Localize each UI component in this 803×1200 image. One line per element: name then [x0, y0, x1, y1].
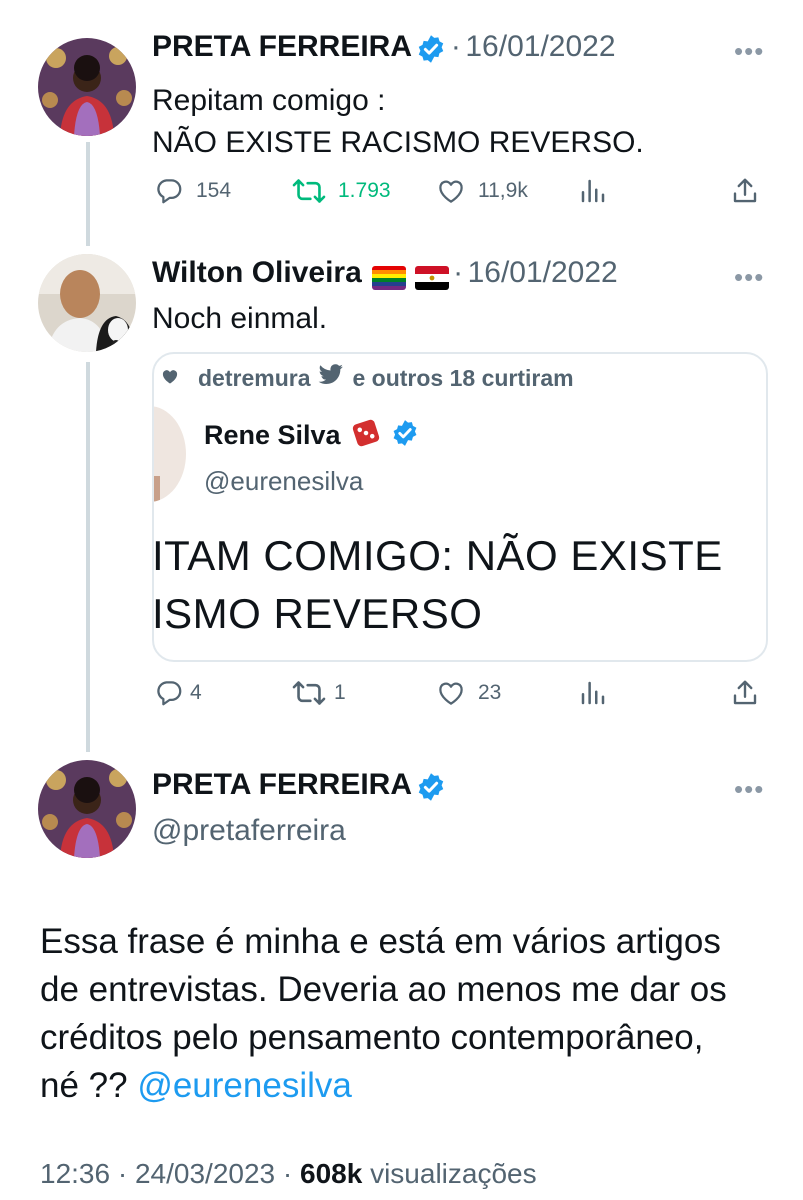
- thread-connector: [86, 362, 90, 752]
- views-icon: [578, 678, 608, 708]
- reply-count: 154: [196, 179, 232, 202]
- quoted-handle[interactable]: @eurenesilva: [204, 466, 363, 497]
- quoted-text-line: ISMO REVERSO: [152, 590, 483, 637]
- tweet-text-line: créditos pelo pensamento contemporâneo,: [40, 1018, 704, 1057]
- share-icon: [730, 678, 760, 708]
- views-button[interactable]: [578, 176, 608, 206]
- separator: ·: [450, 30, 461, 63]
- tweet-text-line: NÃO EXISTE RACISMO REVERSO.: [152, 126, 644, 159]
- more-icon[interactable]: •••: [734, 774, 764, 805]
- reply-count: 4: [190, 681, 202, 704]
- thread-connector: [86, 142, 90, 246]
- separator: ·: [117, 1158, 128, 1189]
- verified-icon: [416, 772, 446, 807]
- like-button[interactable]: 11,9k: [436, 176, 528, 206]
- verified-icon: [416, 34, 446, 69]
- retweet-button[interactable]: 1: [292, 678, 346, 708]
- like-count: 23: [478, 681, 502, 704]
- heart-small-icon: [160, 365, 180, 392]
- separator: ·: [453, 256, 464, 289]
- tweet-time[interactable]: 12:36: [40, 1158, 110, 1189]
- views-label: visualizações: [370, 1158, 537, 1189]
- views-count: 608k: [300, 1158, 363, 1189]
- tweet-date[interactable]: 16/01/2022: [465, 30, 615, 63]
- reply-button[interactable]: 4: [154, 678, 202, 708]
- retweet-count: 1: [334, 681, 346, 704]
- retweet-button[interactable]: 1.793: [292, 176, 391, 206]
- reply-icon: [154, 678, 184, 708]
- reply-button[interactable]: 154: [154, 176, 231, 206]
- more-icon[interactable]: •••: [734, 262, 764, 293]
- retweet-icon: [292, 678, 326, 708]
- tweet-text: Noch einmal.: [152, 302, 328, 335]
- mention-link[interactable]: @eurenesilva: [137, 1066, 352, 1105]
- avatar[interactable]: [38, 760, 136, 858]
- quoted-screenshot-card[interactable]: detremura e outros 18 curtiram Rene Silv…: [152, 352, 768, 662]
- quoted-text-line: ITAM COMIGO: NÃO EXISTE: [152, 532, 723, 579]
- tweet-text-line: de entrevistas. Deveria ao menos me dar …: [40, 970, 727, 1009]
- tweet-text-line: Repitam comigo :: [152, 84, 386, 117]
- tweet-date[interactable]: 16/01/2022: [468, 256, 618, 289]
- like-button[interactable]: 23: [436, 678, 501, 708]
- display-name[interactable]: PRETA FERREIRA: [152, 768, 412, 801]
- avatar[interactable]: [38, 38, 136, 136]
- like-count: 11,9k: [478, 179, 528, 202]
- dice-emoji: [349, 416, 383, 455]
- like-icon: [436, 176, 466, 206]
- liked-by-user[interactable]: detremura: [198, 365, 310, 392]
- tweet-date[interactable]: 24/03/2023: [135, 1158, 275, 1189]
- views-icon: [578, 176, 608, 206]
- bird-icon: [318, 364, 344, 392]
- retweet-icon: [292, 176, 326, 206]
- like-icon: [436, 678, 466, 708]
- share-button[interactable]: [730, 176, 760, 206]
- share-icon: [730, 176, 760, 206]
- egypt-flag: [414, 265, 449, 290]
- rainbow-flag: [372, 265, 407, 290]
- reply-icon: [154, 176, 184, 206]
- separator: ·: [282, 1158, 293, 1189]
- quoted-avatar: [154, 406, 186, 502]
- share-button[interactable]: [730, 678, 760, 708]
- avatar[interactable]: [38, 254, 136, 352]
- tweet-text-line: né ??: [40, 1066, 138, 1105]
- tweet-text-line: Essa frase é minha e está em vários arti…: [40, 922, 721, 961]
- verified-icon: [391, 419, 419, 452]
- more-icon[interactable]: •••: [734, 36, 764, 67]
- user-handle[interactable]: @pretaferreira: [152, 814, 346, 848]
- display-name[interactable]: Wilton Oliveira: [152, 256, 362, 289]
- display-name[interactable]: PRETA FERREIRA: [152, 30, 412, 63]
- liked-by-suffix: e outros 18 curtiram: [352, 364, 574, 391]
- retweet-count: 1.793: [338, 179, 391, 202]
- quoted-name[interactable]: Rene Silva: [204, 420, 341, 451]
- views-button[interactable]: [578, 678, 608, 708]
